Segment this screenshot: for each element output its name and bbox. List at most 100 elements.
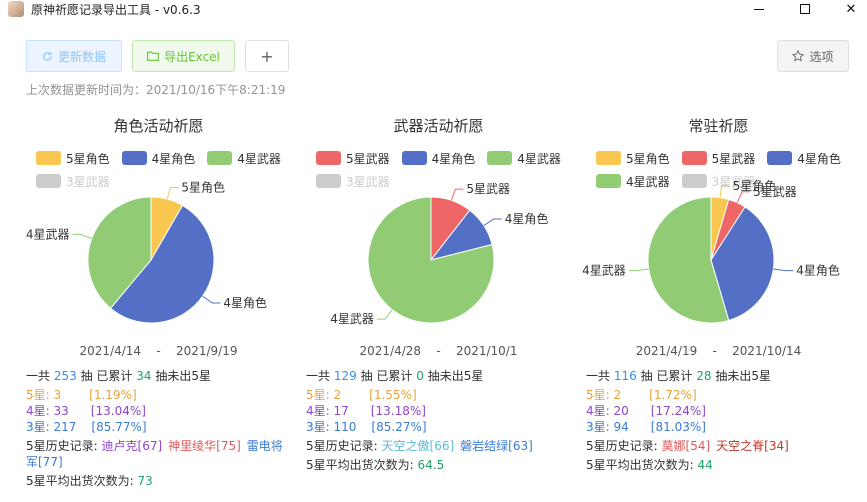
pie-chart: 5星角色 4星角色 4星武器: [26, 181, 267, 324]
close-button[interactable]: ✕: [828, 0, 867, 18]
date-start: 2021/4/14: [79, 344, 142, 358]
export-label: 导出Excel: [164, 49, 220, 64]
average-value: 73: [137, 474, 153, 488]
pool-title: 武器活动祈愿: [393, 117, 484, 135]
stat-label: 5星:: [306, 388, 330, 402]
legend-item-4star-weapon[interactable]: 4星武器: [487, 150, 561, 166]
stat-label: 3星:: [26, 420, 50, 434]
pie-slice-label: 5星武器: [753, 185, 797, 199]
legend-label: 4星角色: [797, 151, 841, 166]
summary-mid: 抽 已累计: [360, 369, 413, 383]
legend-label: 5星武器: [346, 151, 390, 166]
average-line: 5星平均出货次数为: 44: [586, 457, 854, 473]
summary-suffix: 抽未出5星: [427, 369, 484, 383]
date-start: 2021/4/28: [359, 344, 422, 358]
stat-label: 3星:: [586, 420, 610, 434]
average-value: 64.5: [417, 458, 445, 472]
pity-count: 28: [696, 369, 712, 383]
legend-item-5star-weapon[interactable]: 5星武器: [316, 150, 390, 166]
stat-count: 94: [613, 420, 629, 434]
minimize-icon: [754, 8, 764, 10]
legend-item-5star-character[interactable]: 5星角色: [36, 150, 110, 166]
average-value: 44: [697, 458, 713, 472]
add-button[interactable]: +: [245, 40, 289, 72]
legend-swatch: [681, 151, 707, 165]
stat-count: 33: [53, 404, 69, 418]
legend-item-4star-weapon[interactable]: 4星武器: [207, 150, 281, 166]
legend-swatch: [316, 151, 341, 165]
date-range: 2021/4/28 - 2021/10/1: [306, 344, 571, 358]
pie-slice-label: 4星武器: [582, 264, 626, 278]
stat-count: 3: [53, 388, 62, 402]
legend-item-4star-weapon[interactable]: 4星武器: [596, 173, 670, 189]
close-icon: ✕: [845, 1, 857, 17]
pie-slice-label: 4星角色: [223, 296, 267, 310]
legend-item-5star-weapon[interactable]: 5星武器: [681, 150, 756, 166]
stat-percent: [1.19%]: [89, 388, 137, 402]
stat-row-3star: 3星: 94 [81.03%]: [586, 419, 854, 435]
stat-label: 5星:: [26, 388, 50, 402]
minimize-button[interactable]: [736, 0, 782, 18]
date-separator: -: [156, 344, 161, 358]
maximize-icon: [800, 4, 810, 14]
refresh-data-button[interactable]: 更新数据: [26, 40, 122, 72]
legend-label: 4星武器: [626, 174, 670, 189]
summary-line: 一共 253 抽 已累计 34 抽未出5星: [26, 368, 294, 384]
history-item: 莫娜[54]: [661, 439, 711, 453]
pool-standard: 常驻祈愿 5星角色 5星武器 4星角色 4星武器 3星武器 5星角色 5星武器 4星…: [582, 110, 866, 502]
stat-label: 4星:: [26, 404, 50, 418]
history-item: 神里绫华[75]: [168, 439, 241, 453]
legend-item-4star-character[interactable]: 4星角色: [767, 150, 841, 166]
folder-icon: [147, 51, 160, 61]
stat-label: 3星:: [306, 420, 330, 434]
pool-stats: 一共 253 抽 已累计 34 抽未出5星 5星: 3 [1.19%] 4星: 3…: [26, 368, 294, 489]
legend-item-5star-character[interactable]: 5星角色: [596, 150, 670, 166]
stat-count: 20: [613, 404, 629, 418]
legend-label: 5星武器: [711, 151, 756, 166]
stat-percent: [1.55%]: [369, 388, 417, 402]
pool-stats: 一共 129 抽 已累计 0 抽未出5星 5星: 2 [1.55%] 4星: 17…: [306, 368, 574, 473]
legend-item-3star-weapon[interactable]: 3星武器: [316, 173, 390, 189]
total-count: 253: [53, 369, 77, 383]
pie-chart: 5星武器 4星角色 4星武器: [330, 182, 548, 326]
date-range: 2021/4/19 - 2021/10/14: [586, 344, 851, 358]
stat-percent: [13.18%]: [370, 404, 426, 418]
stat-label: 4星:: [586, 404, 610, 418]
average-label: 5星平均出货次数为:: [586, 458, 694, 472]
legend-item-4star-character[interactable]: 4星角色: [401, 150, 475, 166]
stat-row-4star: 4星: 17 [13.18%]: [306, 403, 574, 419]
average-label: 5星平均出货次数为:: [306, 458, 414, 472]
chart-legend: 5星角色 4星角色 4星武器 3星武器: [36, 150, 296, 189]
chart-legend: 5星角色 5星武器 4星角色 4星武器 3星武器: [596, 150, 856, 189]
stat-label: 4星:: [306, 404, 330, 418]
history-item: 天空之脊[34]: [716, 439, 789, 453]
summary-mid: 抽 已累计: [80, 369, 133, 383]
legend-item-3star-weapon[interactable]: 3星武器: [36, 173, 110, 189]
summary-prefix: 一共: [26, 369, 51, 383]
summary-line: 一共 129 抽 已累计 0 抽未出5星: [306, 368, 574, 384]
pie-label-line: [736, 191, 751, 203]
maximize-button[interactable]: [782, 0, 828, 18]
legend-swatch: [401, 151, 427, 165]
legend-item-4star-character[interactable]: 4星角色: [121, 150, 195, 166]
history-label: 5星历史记录:: [586, 439, 658, 453]
average-line: 5星平均出货次数为: 73: [26, 473, 294, 489]
legend-swatch: [36, 151, 61, 165]
stat-count: 17: [333, 404, 349, 418]
stat-percent: [1.72%]: [649, 388, 697, 402]
date-separator: -: [436, 344, 441, 358]
pity-count: 34: [136, 369, 152, 383]
five-star-history: 5星历史记录: 迪卢克[67] 神里绫华[75] 雷电将军[77]: [26, 438, 294, 470]
options-button[interactable]: 选项: [777, 40, 849, 72]
date-start: 2021/4/19: [635, 344, 698, 358]
export-excel-button[interactable]: 导出Excel: [132, 40, 235, 72]
stat-row-5star: 5星: 2 [1.72%]: [586, 387, 854, 403]
stat-count: 2: [333, 388, 342, 402]
history-label: 5星历史记录:: [306, 439, 378, 453]
summary-line: 一共 116 抽 已累计 28 抽未出5星: [586, 368, 854, 384]
stat-row-3star: 3星: 110 [85.27%]: [306, 419, 574, 435]
legend-label: 4星武器: [517, 151, 561, 166]
stat-row-4star: 4星: 33 [13.04%]: [26, 403, 294, 419]
refresh-icon: [43, 51, 52, 61]
summary-suffix: 抽未出5星: [155, 369, 211, 383]
